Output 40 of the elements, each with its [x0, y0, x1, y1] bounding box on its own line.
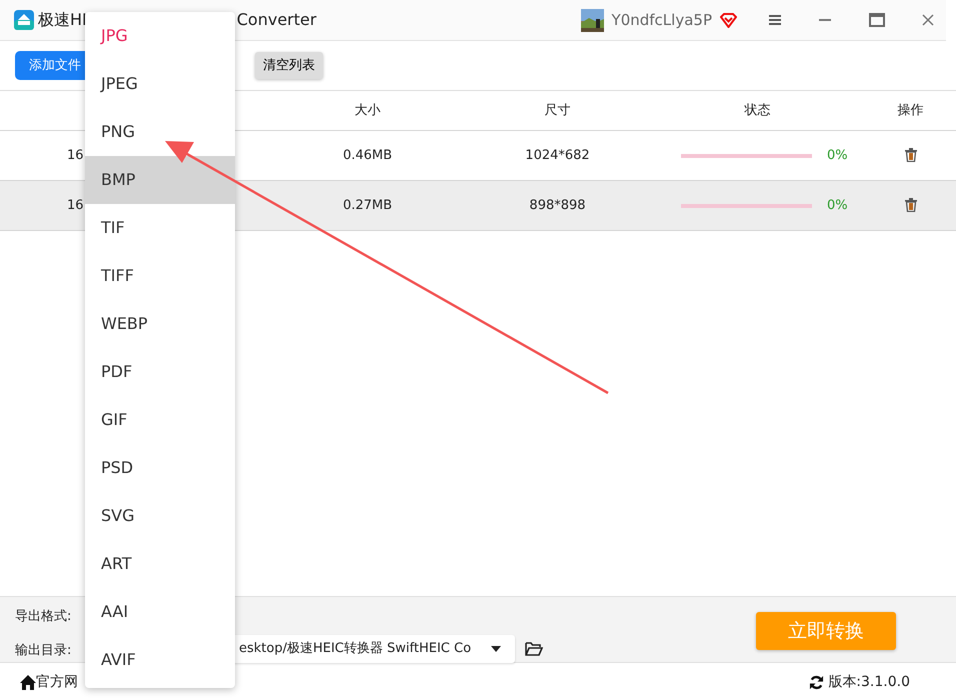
file-size: 0.46MB	[342, 148, 392, 163]
menu-item[interactable]: ART	[85, 540, 235, 588]
version-text: 版本:3.1.0.0	[828, 672, 910, 692]
refresh-icon[interactable]	[809, 674, 824, 690]
window-title: Converter	[236, 9, 316, 31]
column-header: 状态	[744, 102, 770, 118]
home-icon	[20, 674, 36, 690]
output-dir-label: 输出目录:	[15, 642, 72, 660]
diamond-heart-icon[interactable]	[720, 12, 737, 28]
image-dimensions: 1024*682	[525, 148, 590, 163]
progress-percent: 0%	[827, 146, 848, 165]
menu-item[interactable]: TIFF	[85, 252, 235, 300]
menu-item[interactable]: SVG	[85, 492, 235, 540]
menu-item[interactable]: GIF	[85, 396, 235, 444]
column-header: 尺寸	[544, 102, 570, 118]
file-name: 16	[67, 198, 84, 213]
menu-item[interactable]: WEBP	[85, 300, 235, 348]
format-label: 导出格式:	[15, 608, 72, 626]
file-name: 16	[67, 148, 84, 163]
user-name[interactable]: Y0ndfcLlya5P	[612, 8, 712, 32]
menu-item[interactable]: BMP	[85, 156, 235, 204]
menu-item[interactable]: AAI	[85, 588, 235, 636]
close-icon[interactable]	[922, 14, 934, 26]
caret-icon[interactable]	[491, 646, 501, 652]
folder-icon[interactable]	[525, 641, 543, 656]
trash-icon[interactable]	[904, 148, 916, 162]
menu-item[interactable]: PDF	[85, 348, 235, 396]
column-header: 大小	[354, 102, 380, 118]
app-logo-icon	[14, 10, 34, 30]
image-dimensions: 898*898	[529, 198, 586, 213]
menu-icon[interactable]	[769, 15, 781, 25]
window-title: 极速HI	[38, 9, 87, 31]
trash-icon[interactable]	[904, 198, 916, 212]
maximize-icon[interactable]	[869, 13, 885, 27]
menu-item[interactable]: PSD	[85, 444, 235, 492]
progress-percent: 0%	[827, 196, 848, 215]
clear-list-button[interactable]: 清空列表	[255, 52, 323, 80]
column-header: 操作	[898, 102, 924, 118]
file-size: 0.27MB	[342, 198, 392, 213]
website-link[interactable]: 官方网	[36, 672, 78, 692]
